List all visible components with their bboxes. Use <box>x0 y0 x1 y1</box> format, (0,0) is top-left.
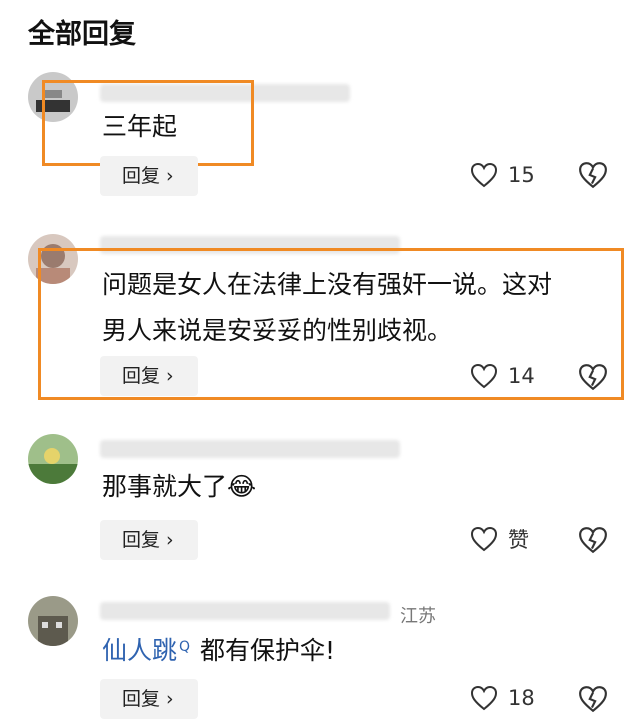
highlight-box <box>42 80 254 166</box>
reply-button[interactable]: 回复 › <box>100 156 198 196</box>
like-count: 15 <box>508 163 535 187</box>
username-blurred <box>100 602 390 620</box>
like-label: 赞 <box>508 528 529 552</box>
search-icon: Q <box>179 639 191 655</box>
like-button[interactable]: 14 <box>470 356 535 396</box>
heart-icon <box>470 162 498 188</box>
comment-text-body: 那事就大了 <box>102 472 228 501</box>
avatar[interactable] <box>28 596 78 646</box>
heart-icon <box>470 685 498 711</box>
comment-text: 仙人跳 Q 都有保护伞! <box>102 630 335 676</box>
like-button[interactable]: 18 <box>470 678 535 718</box>
reply-button[interactable]: 回复 › <box>100 356 198 396</box>
broken-heart-icon[interactable] <box>578 525 608 555</box>
laughing-crying-emoji: 😂 <box>227 472 257 501</box>
like-count: 18 <box>508 686 535 710</box>
username-blurred <box>100 440 400 458</box>
reply-button[interactable]: 回复 › <box>100 520 198 560</box>
reply-button[interactable]: 回复 › <box>100 679 198 719</box>
comment-text-body: 都有保护伞! <box>200 636 336 665</box>
like-button[interactable]: 赞 <box>470 519 529 559</box>
search-link[interactable]: 仙人跳 <box>102 636 177 665</box>
broken-heart-icon[interactable] <box>578 684 608 714</box>
heart-icon <box>470 526 498 552</box>
comment-text: 那事就大了😂 <box>102 466 256 508</box>
page-title: 全部回复 <box>28 19 136 50</box>
like-button[interactable]: 15 <box>470 155 535 195</box>
like-count: 14 <box>508 364 535 388</box>
heart-icon <box>470 363 498 389</box>
location-label: 江苏 <box>400 606 436 627</box>
broken-heart-icon[interactable] <box>578 362 608 392</box>
broken-heart-icon[interactable] <box>578 160 608 190</box>
avatar[interactable] <box>28 434 78 484</box>
